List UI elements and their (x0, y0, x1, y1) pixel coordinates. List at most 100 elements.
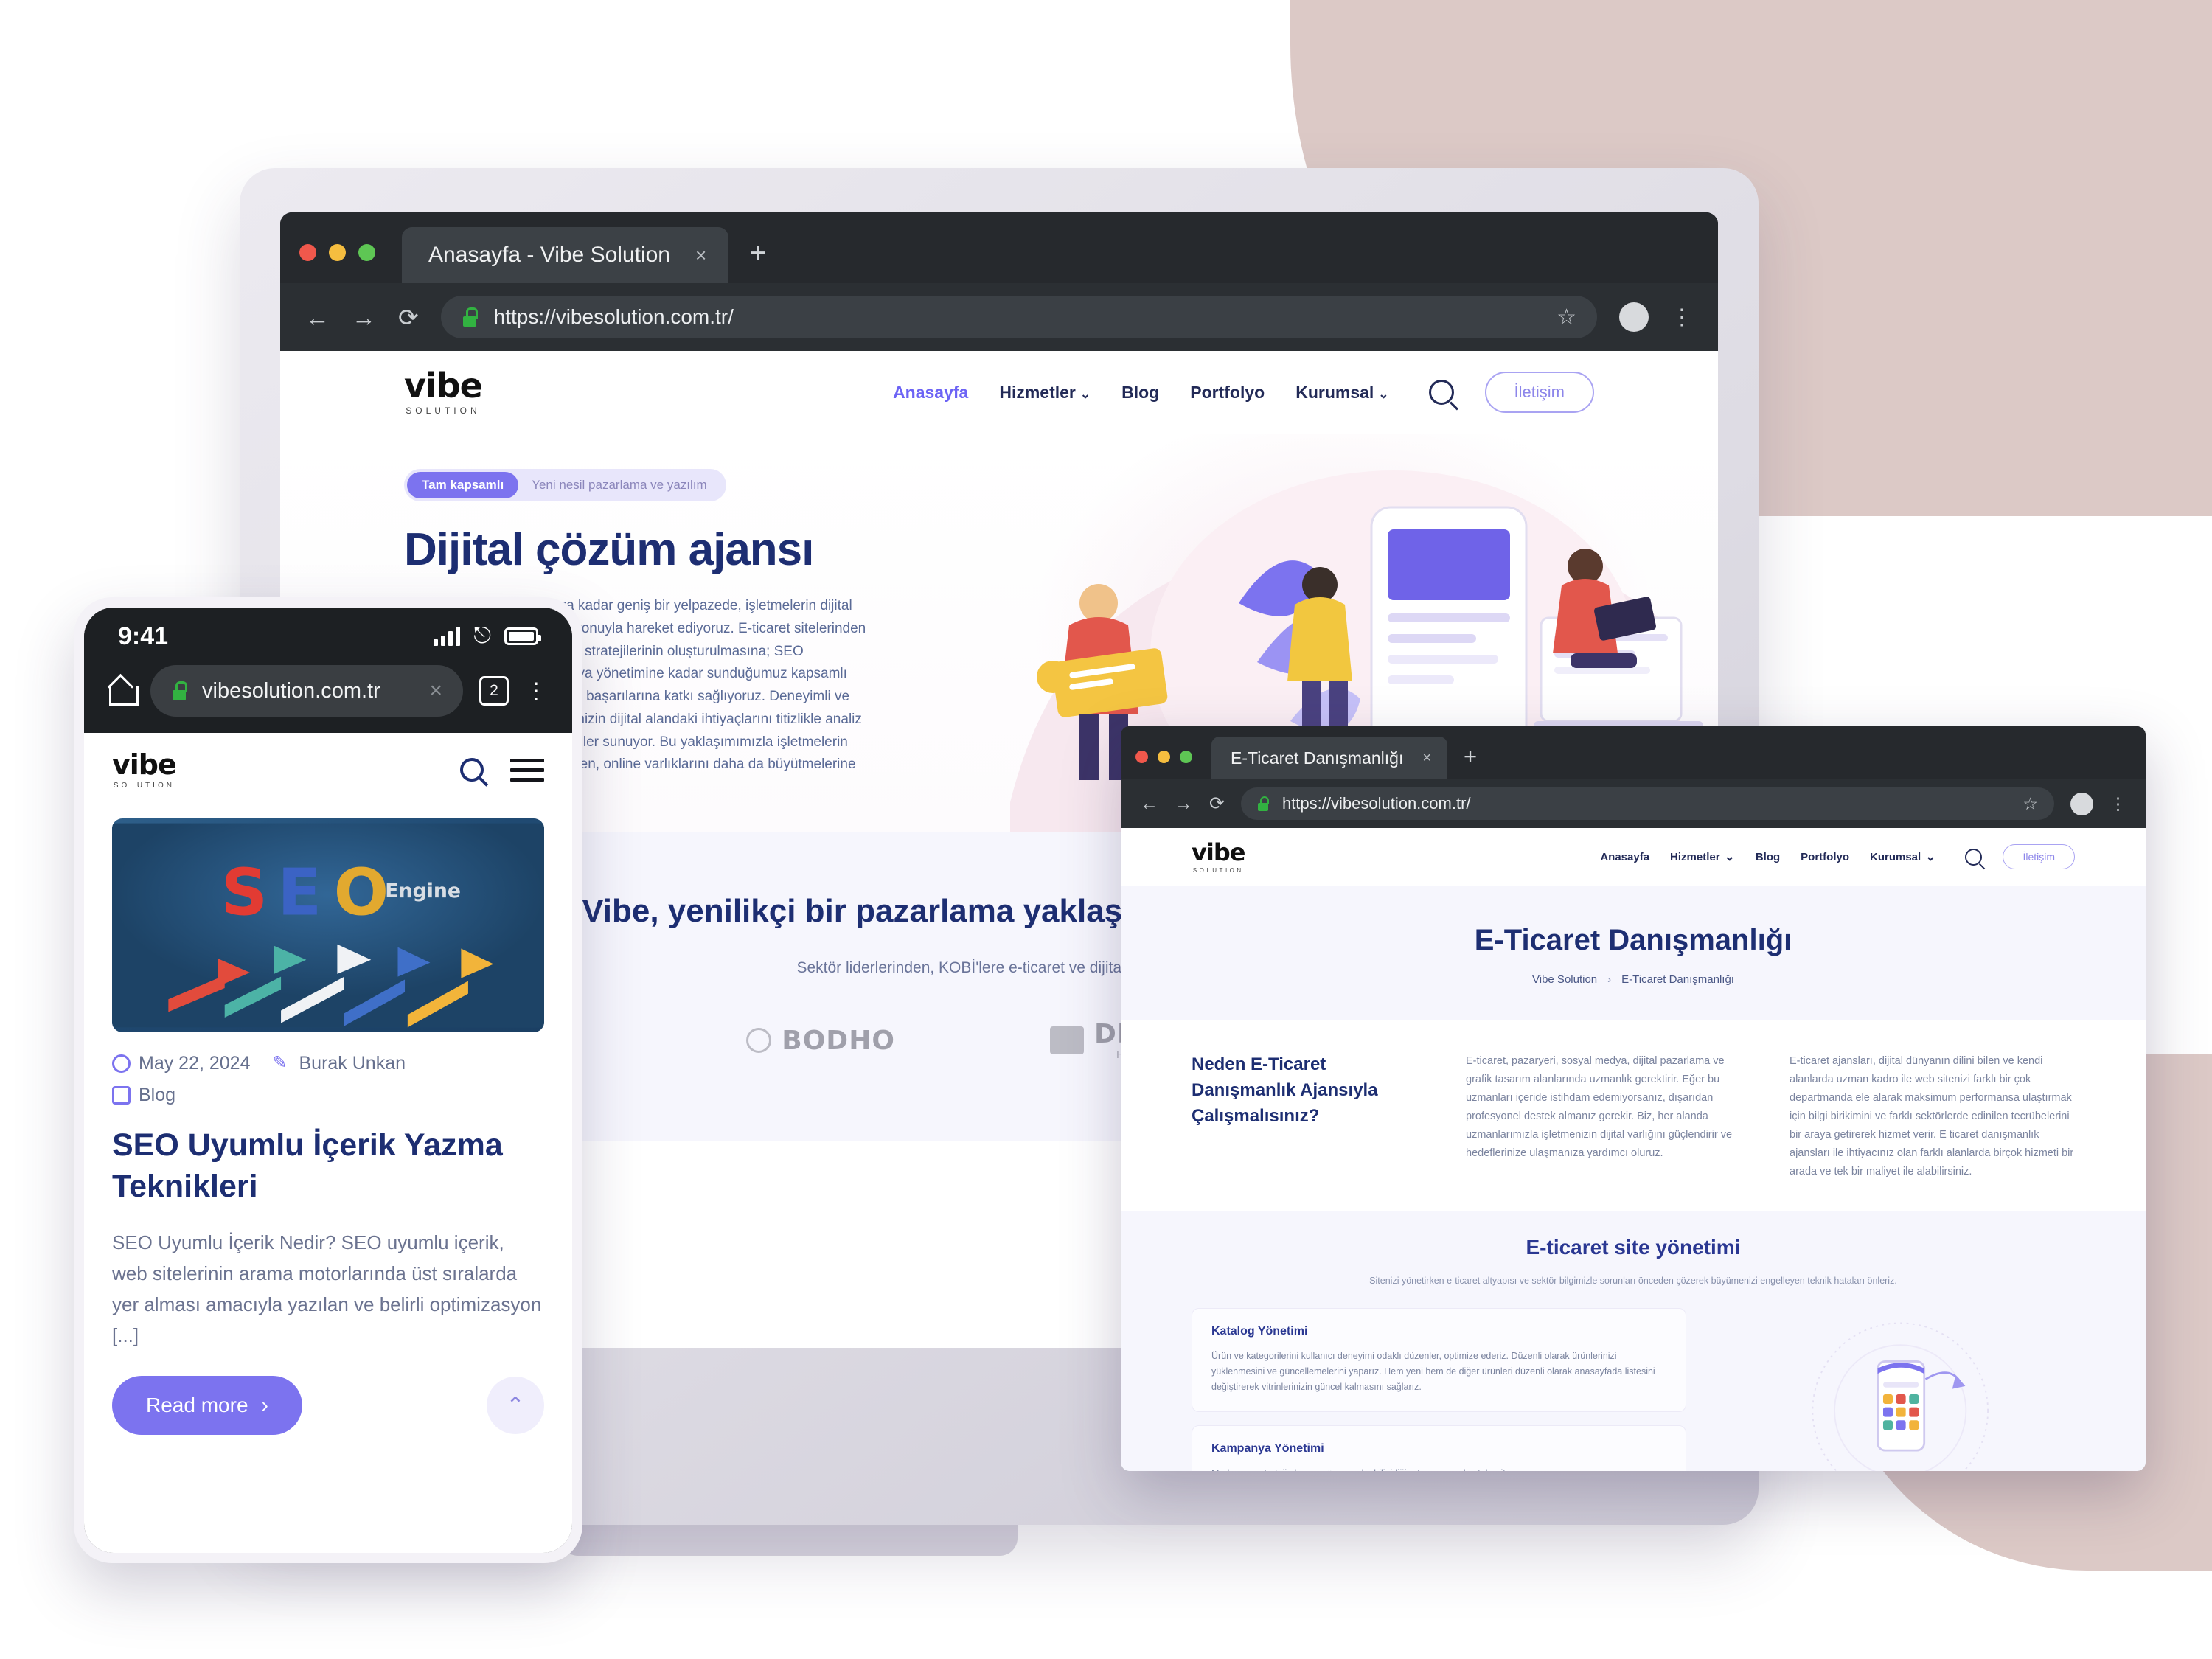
nav-item-hizmetler[interactable]: Hizmetler ⌄ (1670, 849, 1735, 864)
post-category[interactable]: Blog (112, 1085, 544, 1106)
logo-subtext: SOLUTION (406, 406, 481, 416)
nav-item-portfolyo[interactable]: Portfolyo (1190, 383, 1265, 403)
profile-avatar[interactable] (2070, 792, 2093, 815)
card-katalog-yonetimi[interactable]: Katalog Yönetimi Ürün ve kategorilerini … (1192, 1307, 1686, 1413)
browser-tab-eticaret[interactable]: E-Ticaret Danışmanlığı × (1211, 737, 1448, 779)
hero-badge-note: Yeni nesil pazarlama ve yazılım (532, 478, 707, 492)
address-bar[interactable]: https://vibesolution.com.tr/ ☆ (440, 296, 1597, 338)
pencil-icon: ✎ (272, 1053, 288, 1073)
scroll-to-top-button[interactable]: ⌃ (487, 1377, 544, 1435)
minimize-window-dot[interactable] (1158, 751, 1170, 763)
close-window-dot[interactable] (1135, 751, 1148, 763)
clear-url-icon[interactable]: × (429, 678, 442, 703)
browser-menu-icon[interactable]: ⋮ (2110, 795, 2126, 812)
svg-text:E: E (277, 855, 321, 931)
search-icon[interactable] (460, 758, 484, 782)
nav-item-hizmetler[interactable]: Hizmetler ⌄ (999, 383, 1091, 403)
intro-column-2: E-ticaret ajansları, dijital dünyanın di… (1790, 1055, 2074, 1178)
maximize-window-dot[interactable] (358, 244, 375, 261)
back-icon[interactable]: ← (1140, 794, 1158, 813)
nav-item-blog[interactable]: Blog (1121, 383, 1159, 403)
home-icon[interactable] (109, 678, 139, 706)
window-controls[interactable] (299, 244, 375, 283)
post-footer: Read more › ⌃ (84, 1351, 572, 1436)
card-title: Katalog Yönetimi (1211, 1324, 1308, 1338)
browser-menu-icon[interactable]: ⋮ (1671, 306, 1693, 328)
reload-icon[interactable]: ⟳ (398, 305, 419, 330)
nav-item-anasayfa[interactable]: Anasayfa (1600, 851, 1649, 863)
nav-label: Portfolyo (1190, 382, 1265, 402)
lock-icon (171, 681, 187, 700)
hero-badge-row: Tam kapsamlı Yeni nesil pazarlama ve yaz… (404, 469, 726, 501)
nav-label: Anasayfa (893, 382, 969, 402)
site-logo[interactable]: vibe SOLUTION (404, 369, 483, 416)
new-tab-button[interactable]: + (1464, 743, 1477, 770)
search-icon[interactable] (1428, 380, 1454, 405)
phone-menu-icon[interactable]: ⋮ (525, 680, 547, 702)
win2-browser-chrome: E-Ticaret Danışmanlığı × + ← → ⟳ https:/… (1121, 726, 2146, 828)
battery-icon (504, 627, 541, 645)
back-icon[interactable]: ← (305, 305, 330, 330)
search-icon[interactable] (1965, 848, 1983, 866)
breadcrumb: Vibe Solution › E-Ticaret Danışmanlığı (1121, 973, 2146, 986)
nav-item-blog[interactable]: Blog (1756, 851, 1780, 863)
browser-tab-anasayfa[interactable]: Anasayfa - Vibe Solution × (402, 227, 729, 283)
phone-nav-actions (460, 758, 544, 782)
nav-item-kurumsal[interactable]: Kurumsal ⌄ (1870, 849, 1935, 864)
eticaret-page: vibe SOLUTION Anasayfa Hizmetler ⌄ Blog P… (1121, 828, 2146, 1471)
phone-status-bar: 9:41 ⎋ (84, 608, 572, 665)
bookmark-icon[interactable]: ☆ (2023, 794, 2038, 814)
forward-icon[interactable]: → (352, 305, 376, 330)
section-illustration (1719, 1308, 2075, 1471)
nav-item-portfolyo[interactable]: Portfolyo (1801, 851, 1849, 863)
win2-window-controls[interactable] (1135, 751, 1192, 779)
chevron-down-icon: ⌄ (1724, 849, 1735, 863)
nav-item-kurumsal[interactable]: Kurumsal ⌄ (1295, 383, 1388, 403)
new-tab-button[interactable]: + (749, 237, 766, 270)
site2-logo[interactable]: vibe SOLUTION (1192, 841, 1245, 874)
tab-close-icon[interactable]: × (1422, 750, 1431, 767)
minimize-window-dot[interactable] (329, 244, 346, 261)
desktop-toolbar: ← → ⟳ https://vibesolution.com.tr/ ☆ ⋮ (280, 283, 1718, 351)
win2-toolbar: ← → ⟳ https://vibesolution.com.tr/ ☆ ⋮ (1121, 779, 2146, 828)
section-heading: E-ticaret site yönetimi (1526, 1235, 1741, 1259)
bookmark-icon[interactable]: ☆ (1557, 305, 1576, 330)
post-title[interactable]: SEO Uyumlu İçerik Yazma Teknikleri (84, 1106, 572, 1208)
status-icons: ⎋ (434, 624, 541, 648)
nav-item-anasayfa[interactable]: Anasayfa (893, 383, 968, 403)
svg-text:Engine: Engine (385, 880, 461, 902)
logo-subtext: SOLUTION (113, 781, 175, 790)
phone-logo[interactable]: vibe SOLUTION (112, 751, 177, 790)
tab-close-icon[interactable]: × (695, 244, 706, 267)
contact-button[interactable]: İletişim (2003, 844, 2075, 869)
contact-button[interactable]: İletişim (1484, 372, 1594, 413)
tab-count-button[interactable]: 2 (479, 676, 509, 706)
hamburger-icon[interactable] (510, 758, 544, 782)
nav-label: Hizmetler (1670, 851, 1720, 863)
reload-icon[interactable]: ⟳ (1209, 794, 1225, 813)
cards-area: Katalog Yönetimi Ürün ve kategorilerini … (1121, 1286, 2146, 1471)
phone-address-bar[interactable]: vibesolution.com.tr × (150, 665, 463, 717)
lock-icon (1257, 796, 1270, 811)
lock-icon (462, 307, 478, 327)
close-window-dot[interactable] (299, 244, 316, 261)
phone-navbar: vibe SOLUTION (84, 733, 572, 807)
logo-subtext: SOLUTION (1192, 866, 1244, 874)
intro-columns: Neden E-Ticaret Danışmanlık Ajansıyla Ça… (1121, 1020, 2146, 1211)
intro-heading: Neden E-Ticaret Danışmanlık Ajansıyla Ça… (1192, 1054, 1378, 1126)
section-subtitle: Sitenizi yönetirken e-ticaret altyapısı … (1369, 1275, 1897, 1286)
client-name: BODHO (782, 1025, 895, 1056)
site-navbar: vibe SOLUTION Anasayfa Hizmetler ⌄ Blog P… (280, 351, 1718, 434)
cards-column: Katalog Yönetimi Ürün ve kategorilerini … (1192, 1307, 1686, 1471)
profile-avatar[interactable] (1619, 302, 1649, 332)
card-kampanya-yonetimi[interactable]: Kampanya Yönetimi Markanızın strateji pl… (1192, 1425, 1686, 1471)
read-more-button[interactable]: Read more › (112, 1376, 302, 1436)
maximize-window-dot[interactable] (1180, 751, 1192, 763)
site2-navbar: vibe SOLUTION Anasayfa Hizmetler ⌄ Blog P… (1121, 828, 2146, 886)
wifi-icon: ⎋ (473, 624, 491, 648)
breadcrumb-root[interactable]: Vibe Solution (1532, 973, 1597, 986)
phone-website: vibe SOLUTION S E O Engine May 22, 2024 … (84, 733, 572, 1553)
address-bar[interactable]: https://vibesolution.com.tr/ ☆ (1240, 787, 2054, 820)
forward-icon[interactable]: → (1175, 794, 1193, 813)
nav-label: Anasayfa (1600, 850, 1650, 863)
